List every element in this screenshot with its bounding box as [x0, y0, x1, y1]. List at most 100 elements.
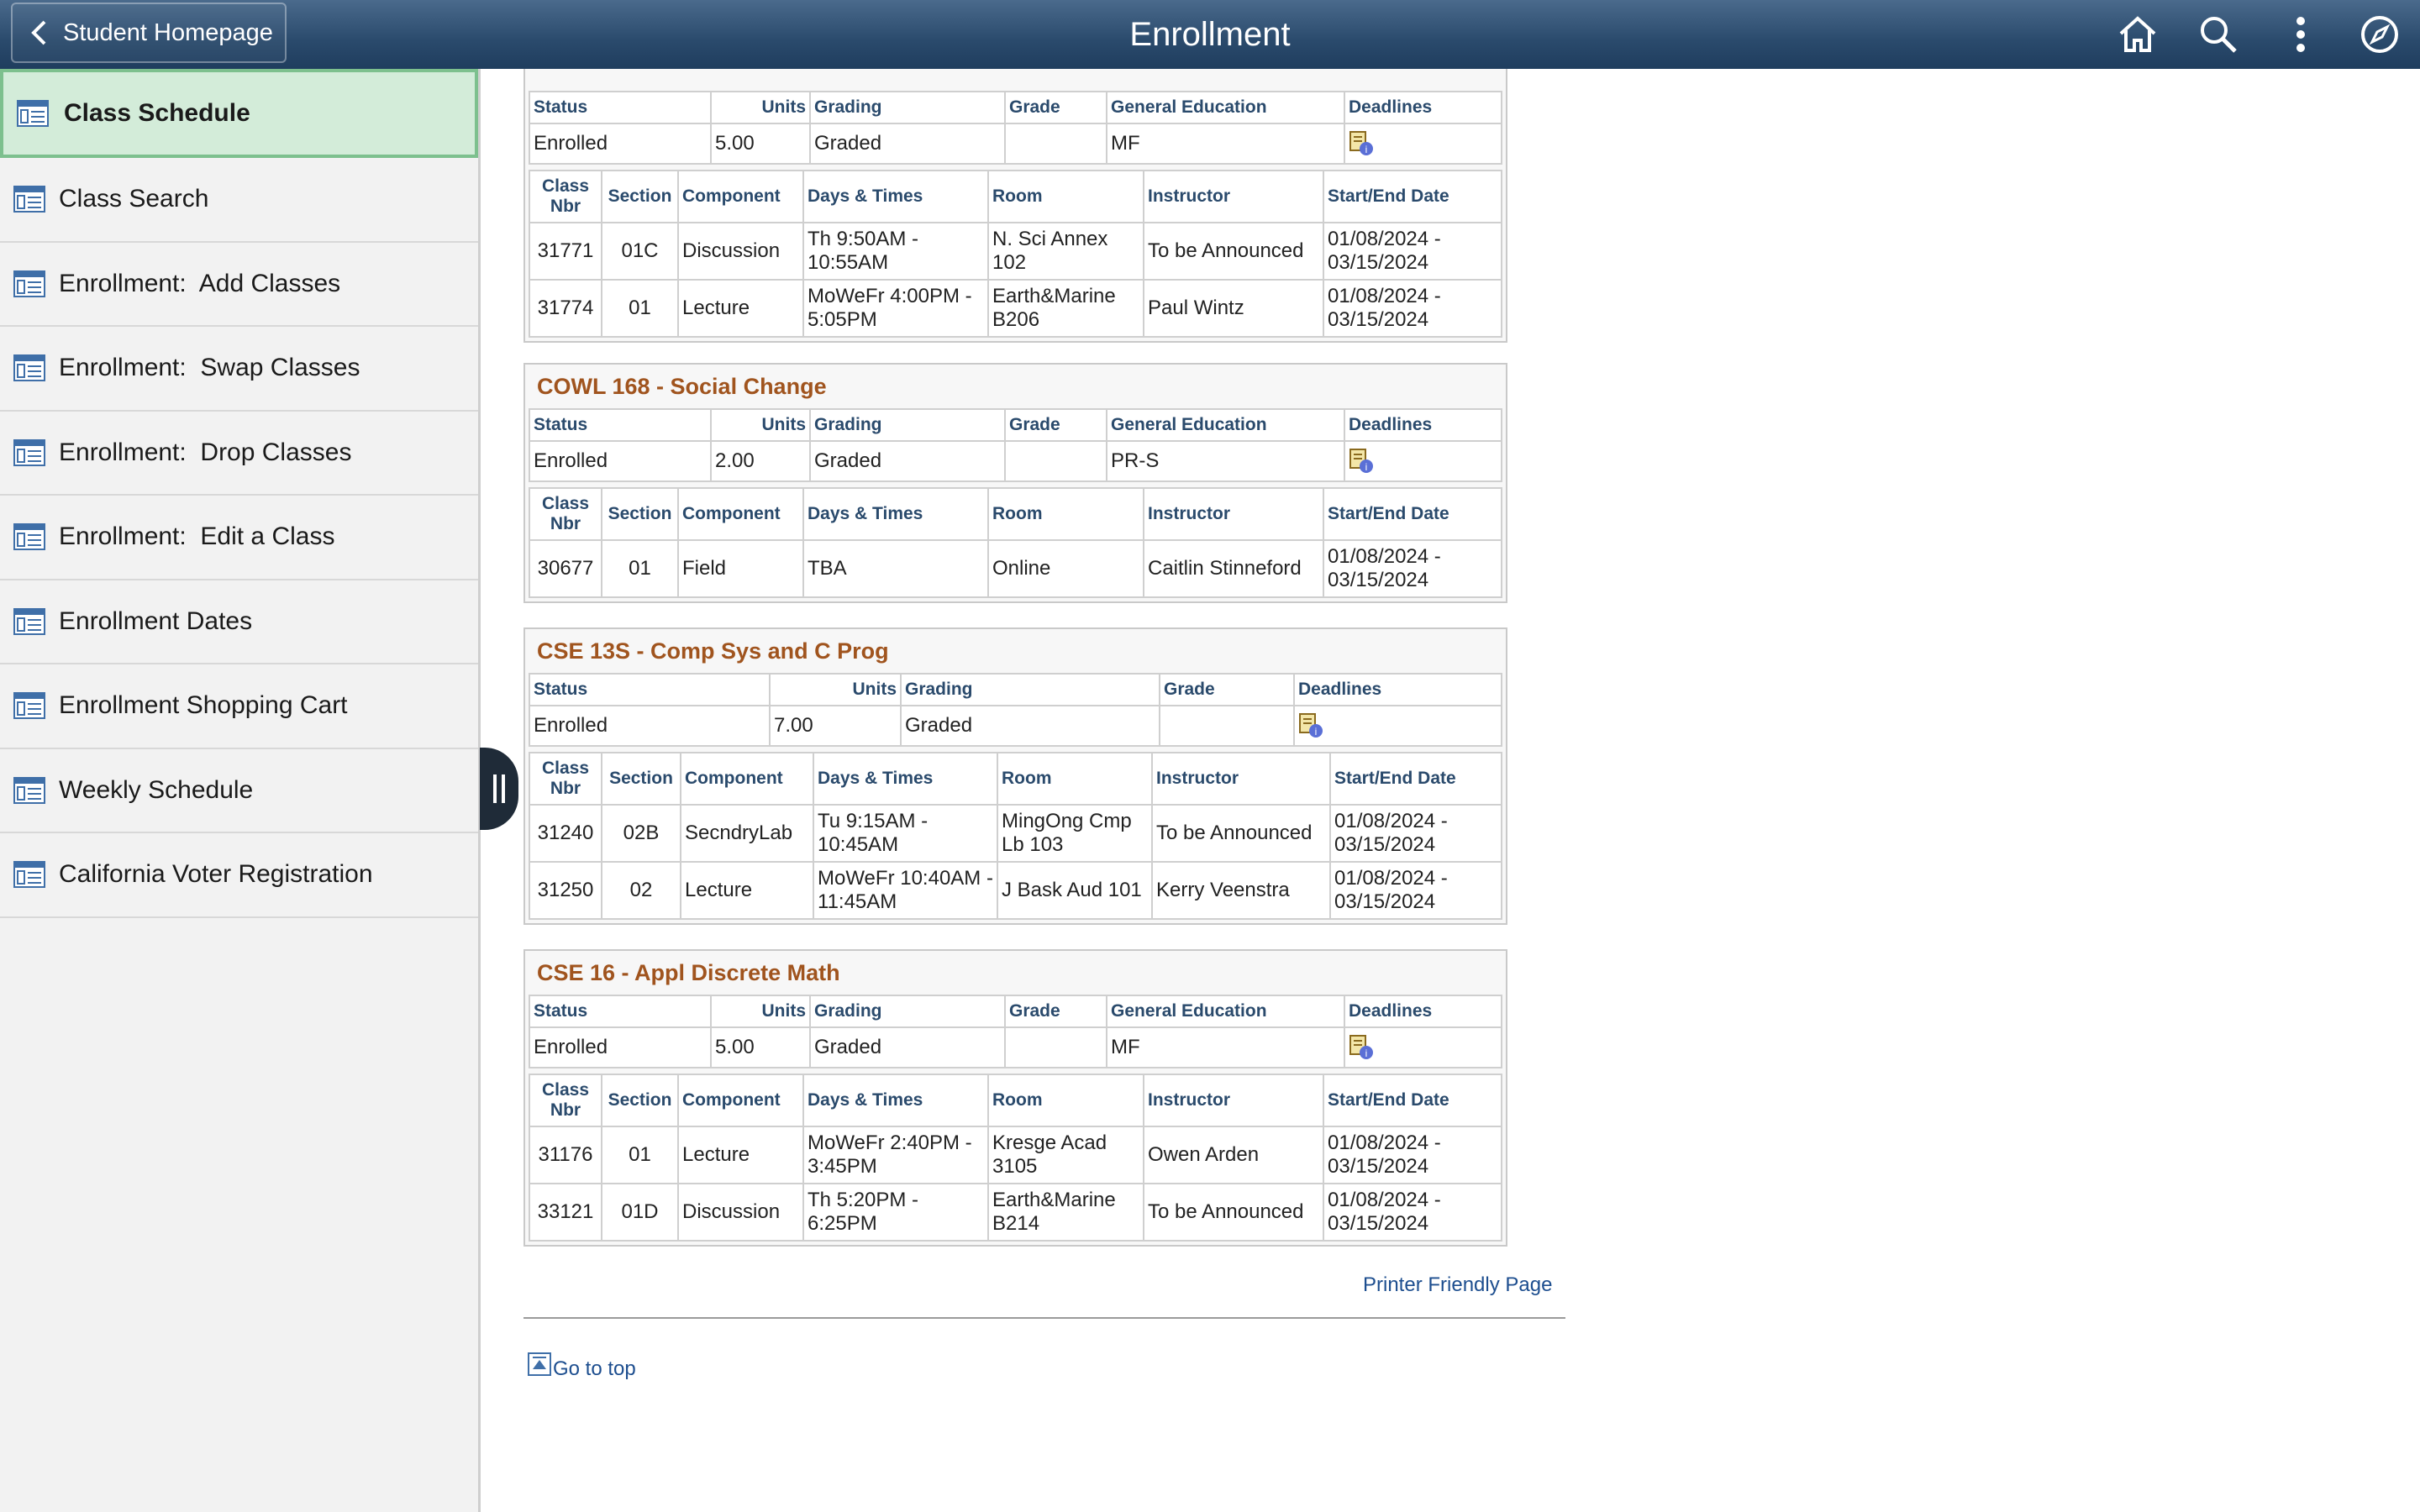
status-header: Status [529, 408, 712, 442]
sidebar-nav: Class Schedule Class Search Enrollment: … [0, 69, 481, 1512]
deadlines-icon[interactable]: i [1298, 713, 1323, 738]
component: Lecture [677, 1126, 804, 1184]
sidebar-item-class-search[interactable]: Class Search [0, 158, 478, 243]
days-times: TBA [802, 539, 989, 598]
course-title: COWL 168 - Social Change [537, 374, 827, 399]
sidebar-collapse-handle[interactable] [480, 748, 518, 830]
sections-table: Class Nbr Section Component Days & Times… [529, 752, 1502, 920]
deadlines-icon[interactable]: i [1349, 131, 1374, 156]
course-info-table: Status Units Grading Grade General Educa… [529, 91, 1502, 165]
status-value: Enrolled [529, 1026, 712, 1068]
grading-header: Grading [809, 91, 1006, 124]
deadlines-header: Deadlines [1293, 673, 1502, 706]
page-icon [13, 692, 45, 720]
sidebar-item-swap-classes[interactable]: Enrollment: Swap Classes [0, 327, 478, 412]
sidebar-item-drop-classes[interactable]: Enrollment: Drop Classes [0, 412, 478, 496]
home-icon[interactable] [2114, 11, 2161, 58]
course-block: CSE 13S - Comp Sys and C Prog Status Uni… [523, 627, 1507, 925]
compass-icon[interactable] [2356, 11, 2403, 58]
table-row: 31771 01C Discussion Th 9:50AM - 10:55AM… [529, 222, 1502, 281]
component: Discussion [677, 1183, 804, 1242]
grade-header: Grade [1004, 91, 1107, 124]
class-nbr: 30677 [529, 539, 602, 598]
class-nbr: 31176 [529, 1126, 602, 1184]
section-link[interactable]: 02B [601, 804, 681, 863]
sidebar-item-voter-registration[interactable]: California Voter Registration [0, 833, 478, 918]
instructor-header: Instructor [1143, 170, 1324, 223]
section-link[interactable]: 01D [601, 1183, 679, 1242]
room: MingOng Cmp Lb 103 [997, 804, 1153, 863]
page-icon [13, 776, 45, 804]
start-end-date: 01/08/2024 - 03/15/2024 [1329, 861, 1502, 920]
back-to-student-homepage-button[interactable]: Student Homepage [11, 3, 287, 63]
table-row: 31774 01 Lecture MoWeFr 4:00PM - 5:05PM … [529, 279, 1502, 338]
page-icon [13, 523, 45, 551]
sidebar-item-label: Weekly Schedule [59, 775, 254, 804]
start-end-date: 01/08/2024 - 03/15/2024 [1323, 539, 1502, 598]
start-end-date: 01/08/2024 - 03/15/2024 [1323, 1126, 1502, 1184]
section-link[interactable]: 02 [601, 861, 681, 920]
status-value: Enrolled [529, 123, 712, 165]
sidebar-item-class-schedule[interactable]: Class Schedule [0, 69, 478, 158]
sidebar-item-shopping-cart[interactable]: Enrollment Shopping Cart [0, 664, 478, 749]
gen-ed-header: General Education [1106, 995, 1345, 1028]
section-link[interactable]: 01 [601, 1126, 679, 1184]
units-header: Units [769, 673, 902, 706]
component: Discussion [677, 222, 804, 281]
printer-friendly-link[interactable]: Printer Friendly Page [1363, 1273, 1552, 1297]
sidebar-item-edit-class[interactable]: Enrollment: Edit a Class [0, 496, 478, 580]
component: Lecture [677, 279, 804, 338]
section-link[interactable]: 01 [601, 539, 679, 598]
instructor-header: Instructor [1143, 1074, 1324, 1127]
class-nbr-header: Class Nbr [529, 170, 602, 223]
go-to-top-label: Go to top [553, 1357, 636, 1380]
svg-text:i: i [1365, 461, 1368, 473]
sidebar-item-enrollment-dates[interactable]: Enrollment Dates [0, 580, 478, 664]
page-icon [13, 270, 45, 297]
grade-value [1004, 440, 1107, 482]
component-header: Component [677, 487, 804, 541]
sidebar-item-weekly-schedule[interactable]: Weekly Schedule [0, 749, 478, 833]
class-nbr: 31771 [529, 222, 602, 281]
instructor: To be Announced [1143, 222, 1324, 281]
page-icon [17, 100, 49, 127]
room-header: Room [987, 170, 1144, 223]
course-info-table: Status Units Grading Grade Deadlines Enr… [529, 673, 1502, 747]
deadlines-icon[interactable]: i [1349, 1035, 1374, 1060]
units-value: 2.00 [710, 440, 811, 482]
deadlines-icon[interactable]: i [1349, 449, 1374, 474]
room: Kresge Acad 3105 [987, 1126, 1144, 1184]
more-vertical-icon[interactable] [2277, 11, 2324, 58]
search-icon[interactable] [2195, 11, 2242, 58]
units-header: Units [710, 995, 811, 1028]
instructor-header: Instructor [1151, 752, 1331, 806]
section-link[interactable]: 01C [601, 222, 679, 281]
grading-value: Graded [900, 705, 1160, 747]
start-end-header: Start/End Date [1329, 752, 1502, 806]
class-nbr-header: Class Nbr [529, 752, 602, 806]
instructor: Owen Arden [1143, 1126, 1324, 1184]
page-icon [13, 861, 45, 889]
chevron-left-icon [29, 20, 55, 45]
deadlines-header: Deadlines [1344, 995, 1502, 1028]
status-header: Status [529, 995, 712, 1028]
grading-value: Graded [809, 1026, 1006, 1068]
sections-table: Class Nbr Section Component Days & Times… [529, 1074, 1502, 1242]
sidebar-item-add-classes[interactable]: Enrollment: Add Classes [0, 243, 478, 327]
grading-header: Grading [809, 408, 1006, 442]
page-icon [13, 354, 45, 382]
start-end-header: Start/End Date [1323, 487, 1502, 541]
sidebar-item-label: Class Search [59, 185, 209, 213]
course-info-table: Status Units Grading Grade General Educa… [529, 995, 1502, 1068]
sidebar-item-label: Enrollment Shopping Cart [59, 691, 348, 720]
table-row: 31240 02B SecndryLab Tu 9:15AM - 10:45AM… [529, 804, 1502, 863]
room: J Bask Aud 101 [997, 861, 1153, 920]
section-header: Section [601, 170, 679, 223]
gen-ed-value: MF [1106, 1026, 1345, 1068]
section-link[interactable]: 01 [601, 279, 679, 338]
divider [523, 1317, 1565, 1319]
units-header: Units [710, 408, 811, 442]
go-to-top-link[interactable]: Go to top [528, 1347, 636, 1381]
grade-header: Grade [1004, 995, 1107, 1028]
days-times: Th 5:20PM - 6:25PM [802, 1183, 989, 1242]
